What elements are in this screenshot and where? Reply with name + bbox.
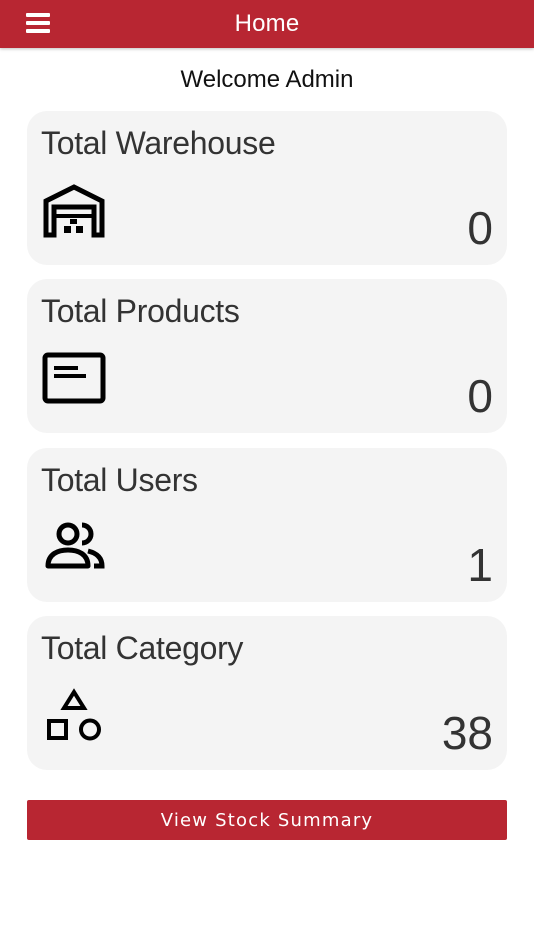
hamburger-menu-icon[interactable] [26,13,50,33]
menu-line [26,21,50,25]
users-group-icon [42,520,106,576]
total-warehouse-card[interactable]: Total Warehouse 0 [27,111,507,265]
card-value: 1 [467,539,493,591]
app-root: Home Welcome Admin Total Warehouse 0 Tot… [0,0,534,950]
card-value: 0 [467,202,493,254]
page-title: Home [234,10,300,37]
welcome-message: Welcome Admin [180,66,354,93]
card-value: 38 [441,707,493,759]
card-title: Total Category [41,630,244,666]
card-title: Total Users [41,462,198,498]
card-title: Total Warehouse [41,125,276,161]
view-stock-summary-button[interactable]: View Stock Summary [27,800,507,840]
product-card-icon [42,351,106,407]
total-products-card[interactable]: Total Products 0 [27,279,507,433]
card-title: Total Products [41,293,240,329]
top-app-bar: Home [0,0,534,48]
total-category-card[interactable]: Total Category 38 [27,616,507,770]
card-value: 0 [467,370,493,422]
warehouse-icon [42,183,106,239]
category-shapes-icon [42,688,106,744]
menu-line [26,29,50,33]
menu-line [26,13,50,17]
total-users-card[interactable]: Total Users 1 [27,448,507,602]
